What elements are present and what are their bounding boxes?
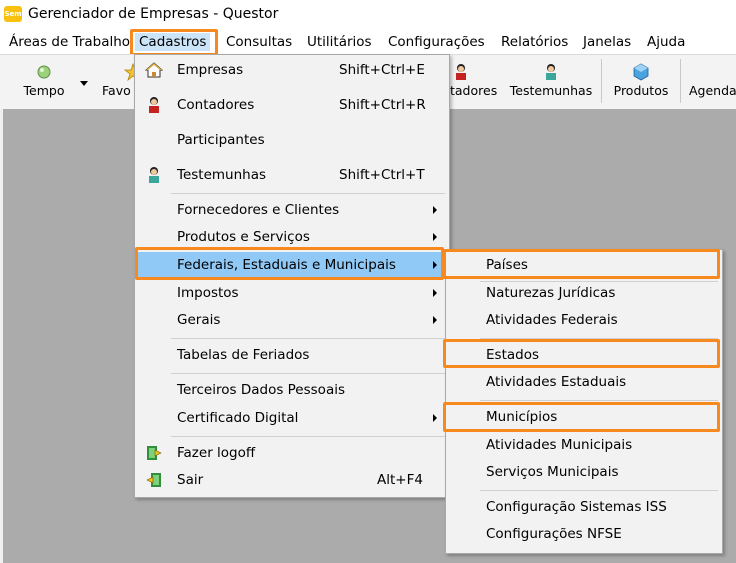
status-light-icon	[37, 65, 51, 79]
submenu-item-atividades-estaduais[interactable]: Atividades Estaduais	[448, 369, 720, 395]
menu-separator	[171, 338, 445, 339]
exit-icon	[146, 473, 161, 487]
menu-separator	[480, 490, 718, 491]
cadastros-menu: Empresas Shift+Ctrl+E Contadores Shift+C…	[134, 54, 450, 498]
menu-janelas[interactable]: Janelas	[583, 33, 631, 51]
menu-cadastros[interactable]: Cadastros	[135, 33, 211, 51]
submenu-item-paises[interactable]: Países	[448, 252, 720, 278]
menu-bar: Áreas de Trabalho Cadastros Consultas Ut…	[0, 30, 736, 54]
box-icon	[633, 63, 649, 81]
submenu-item-estados[interactable]: Estados	[448, 342, 720, 368]
menu-separator	[171, 436, 445, 437]
contadores-button[interactable]: tadores	[450, 59, 500, 105]
menu-relatorios[interactable]: Relatórios	[501, 33, 568, 51]
menu-areas-de-trabalho[interactable]: Áreas de Trabalho	[9, 33, 130, 51]
person-icon	[149, 97, 159, 113]
person-icon	[149, 167, 159, 183]
menu-separator	[480, 338, 718, 339]
submenu-item-municipios[interactable]: Municípios	[448, 404, 720, 430]
menu-utilitarios[interactable]: Utilitários	[307, 33, 372, 51]
logoff-icon	[147, 446, 162, 460]
menu-item-fornecedores-clientes[interactable]: Fornecedores e Clientes	[137, 197, 447, 223]
produtos-button[interactable]: Produtos	[610, 59, 672, 105]
menu-item-participantes[interactable]: Participantes	[137, 127, 447, 153]
menu-configuracoes[interactable]: Configurações	[388, 33, 485, 51]
submenu-arrow-icon	[433, 233, 437, 241]
menu-item-contadores[interactable]: Contadores Shift+Ctrl+R	[137, 92, 447, 118]
federais-submenu: Países Naturezas Jurídicas Atividades Fe…	[445, 249, 723, 554]
menu-item-sair[interactable]: Sair Alt+F4	[137, 467, 447, 493]
menu-item-tabelas-feriados[interactable]: Tabelas de Feriados	[137, 342, 447, 368]
person-icon	[546, 64, 556, 80]
submenu-arrow-icon	[433, 206, 437, 214]
submenu-item-atividades-municipais[interactable]: Atividades Municipais	[448, 432, 720, 458]
tempo-button[interactable]: Tempo	[20, 59, 68, 105]
workspace-edge	[0, 109, 3, 563]
home-icon	[145, 62, 163, 78]
window-title: Gerenciador de Empresas - Questor	[28, 6, 279, 22]
menu-item-terceiros-dados-pessoais[interactable]: Terceiros Dados Pessoais	[137, 377, 447, 403]
app-logo-icon: Sem	[4, 6, 22, 22]
menu-ajuda[interactable]: Ajuda	[647, 33, 685, 51]
person-icon	[456, 64, 466, 80]
agenda-button[interactable]: Agenda	[689, 59, 736, 105]
menu-item-certificado-digital[interactable]: Certificado Digital	[137, 405, 447, 431]
testemunhas-button[interactable]: Testemunhas	[508, 59, 594, 105]
submenu-item-configuracao-sistemas-iss[interactable]: Configuração Sistemas ISS	[448, 494, 720, 520]
menu-item-federais-estaduais-municipais[interactable]: Federais, Estaduais e Municipais	[137, 252, 447, 278]
menu-item-impostos[interactable]: Impostos	[137, 280, 447, 306]
submenu-arrow-icon	[433, 414, 437, 422]
menu-item-produtos-servicos[interactable]: Produtos e Serviços	[137, 224, 447, 250]
submenu-arrow-icon	[433, 316, 437, 324]
submenu-item-servicos-municipais[interactable]: Serviços Municipais	[448, 459, 720, 485]
menu-item-testemunhas[interactable]: Testemunhas Shift+Ctrl+T	[137, 162, 447, 188]
menu-consultas[interactable]: Consultas	[226, 33, 292, 51]
favoritos-button[interactable]: Favo	[102, 59, 142, 105]
submenu-arrow-icon	[433, 289, 437, 297]
submenu-arrow-icon	[433, 261, 437, 269]
menu-item-empresas[interactable]: Empresas Shift+Ctrl+E	[137, 57, 447, 83]
menu-separator	[171, 373, 445, 374]
submenu-item-naturezas-juridicas[interactable]: Naturezas Jurídicas	[448, 280, 720, 306]
menu-item-fazer-logoff[interactable]: Fazer logoff	[137, 440, 447, 466]
tempo-dropdown-icon[interactable]	[80, 81, 88, 86]
menu-separator	[480, 400, 718, 401]
toolbar-separator	[680, 59, 681, 103]
toolbar-separator	[601, 59, 602, 103]
submenu-item-atividades-federais[interactable]: Atividades Federais	[448, 307, 720, 333]
menu-separator	[171, 193, 445, 194]
menu-item-gerais[interactable]: Gerais	[137, 307, 447, 333]
submenu-item-configuracoes-nfse[interactable]: Configurações NFSE	[448, 521, 720, 547]
title-bar: Sem Gerenciador de Empresas - Questor	[0, 0, 736, 30]
